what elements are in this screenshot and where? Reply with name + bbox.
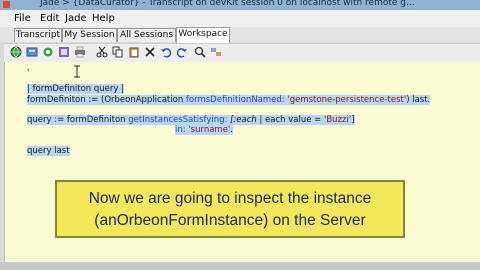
- menu-jade[interactable]: Jade: [65, 13, 87, 24]
- code-temporaries: | formDefiniton query |: [27, 84, 124, 94]
- menu-bar: File Edit Jade Help: [0, 10, 480, 28]
- toolbar: [4, 43, 480, 62]
- horizontal-scrollbar[interactable]: [0, 262, 480, 270]
- code-line-6: query last: [27, 146, 70, 156]
- delete-icon[interactable]: [144, 46, 156, 58]
- code-block-body: | each value =: [256, 115, 325, 125]
- undo-icon[interactable]: [160, 46, 172, 58]
- code-line-1: ': [27, 68, 30, 78]
- print-icon[interactable]: [74, 46, 86, 58]
- callout-line-1: Now we are going to inspect the instance: [88, 190, 372, 207]
- tab-bar: Transcript My Session All Sessions Works…: [0, 27, 480, 43]
- code-string-form-name: 'gemstone-persistence-test': [284, 95, 407, 105]
- code-block-arg: [:each: [227, 115, 257, 125]
- window-titlebar: Jade > {DataCurator} - Transcript on dev…: [0, 0, 480, 10]
- code-string-buzzi: 'Buzzi': [324, 115, 352, 125]
- code-selector-in: in:: [175, 125, 186, 135]
- callout-line-2: (anOrbeonFormInstance) on the Server: [94, 212, 366, 229]
- inspect-icon[interactable]: [26, 46, 38, 58]
- cut-icon[interactable]: [96, 46, 108, 58]
- debug-icon[interactable]: [42, 46, 54, 58]
- tab-workspace[interactable]: Workspace: [176, 27, 230, 43]
- menu-edit[interactable]: Edit: [40, 13, 59, 24]
- code-line-2: | formDefiniton query |: [27, 84, 124, 94]
- globe-icon[interactable]: [10, 46, 22, 58]
- browse-icon[interactable]: [58, 46, 70, 58]
- tab-transcript[interactable]: Transcript: [14, 28, 62, 42]
- tutorial-callout: Now we are going to inspect the instance…: [55, 180, 405, 238]
- replace-icon[interactable]: [210, 46, 222, 58]
- code-line-4: query := formDefiniton getInstancesSatis…: [27, 115, 355, 125]
- find-icon[interactable]: [194, 46, 206, 58]
- code-assign-form: formDefiniton := (OrbeonApplication: [27, 95, 186, 105]
- tab-my-session[interactable]: My Session: [62, 28, 117, 42]
- copy-icon[interactable]: [112, 46, 124, 58]
- code-block-close: ]: [351, 115, 355, 125]
- app-icon: [3, 1, 10, 8]
- code-period: .: [230, 125, 233, 135]
- code-last: ) last.: [406, 95, 431, 105]
- code-selector-forms: formsDefinitionNamed:: [185, 95, 285, 105]
- text-cursor-icon: [74, 65, 80, 78]
- menu-file[interactable]: File: [14, 13, 31, 24]
- code-line-3: formDefiniton := (OrbeonApplication form…: [27, 95, 431, 105]
- redo-icon[interactable]: [176, 46, 188, 58]
- tab-all-sessions[interactable]: All Sessions: [117, 28, 176, 42]
- code-line-5: in: 'surname'.: [175, 125, 233, 135]
- code-assign-query: query := formDefiniton: [27, 115, 129, 125]
- code-selector-instances: getInstancesSatisfying:: [128, 115, 228, 125]
- window-title: Jade > {DataCurator} - Transcript on dev…: [40, 0, 415, 8]
- menu-help[interactable]: Help: [92, 13, 115, 24]
- paste-icon[interactable]: [128, 46, 140, 58]
- code-string-surname: 'surname': [185, 125, 231, 135]
- code-query-last: query last: [27, 146, 70, 156]
